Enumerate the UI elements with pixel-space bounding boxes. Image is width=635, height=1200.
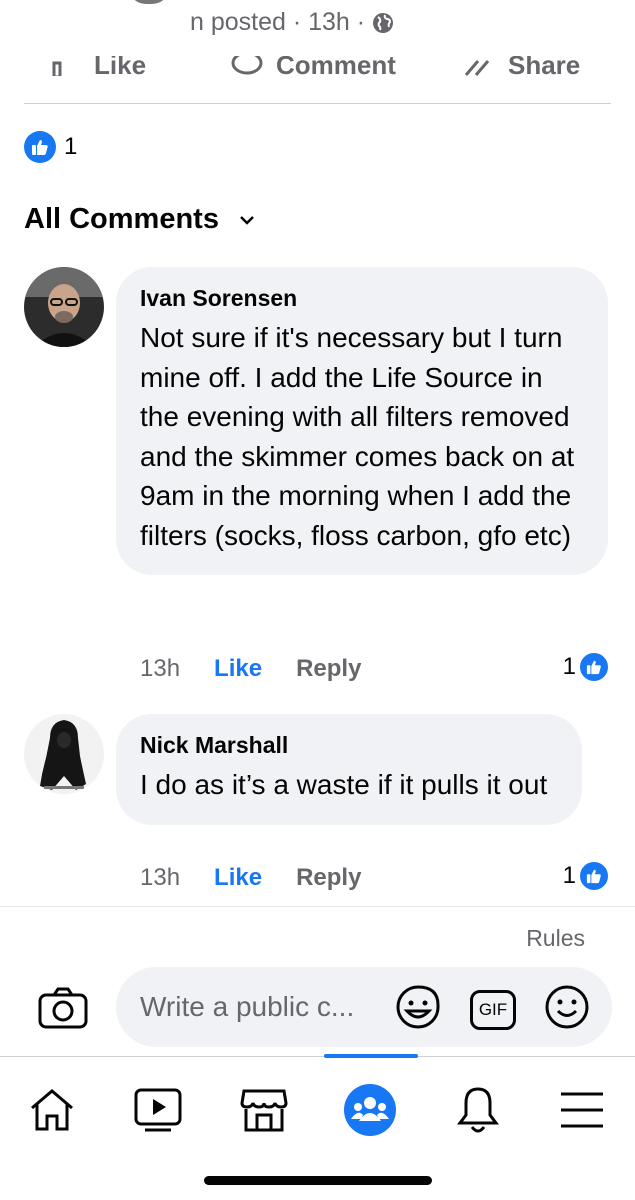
post-meta-line: n posted · 13h · bbox=[190, 8, 395, 37]
gif-label: GIF bbox=[478, 999, 508, 1019]
comment-time: 13h bbox=[140, 655, 181, 682]
comment-time: 13h bbox=[140, 864, 181, 891]
thumbs-up-icon bbox=[52, 61, 62, 76]
avatar[interactable] bbox=[24, 267, 104, 347]
posted-text: n posted · 13h · bbox=[190, 8, 366, 36]
like-action-button[interactable]: Like bbox=[52, 56, 146, 76]
comment-reply-button[interactable]: Reply bbox=[296, 864, 361, 892]
groups-icon[interactable] bbox=[340, 1083, 400, 1137]
reaction-count: 1 bbox=[64, 133, 78, 160]
comment-icon bbox=[231, 56, 263, 74]
like-reaction-icon bbox=[578, 651, 610, 683]
comment-reaction[interactable]: 1 bbox=[563, 651, 610, 683]
composer-icons: GIF bbox=[394, 983, 590, 1036]
comment-reaction[interactable]: 1 bbox=[563, 860, 610, 892]
sticker-icon[interactable] bbox=[394, 983, 442, 1036]
comment-composer: Rules Write a public c... GIF bbox=[0, 906, 635, 1056]
comment-like-button[interactable]: Like bbox=[214, 864, 262, 892]
avatar[interactable] bbox=[24, 714, 104, 794]
rules-link[interactable]: Rules bbox=[526, 925, 585, 952]
menu-icon[interactable] bbox=[552, 1083, 612, 1137]
comments-filter-label: All Comments bbox=[24, 203, 219, 235]
comment-reply-button[interactable]: Reply bbox=[296, 655, 361, 683]
comment-meta: 13h Like Reply bbox=[140, 864, 361, 892]
gif-icon[interactable]: GIF bbox=[470, 989, 516, 1030]
comment-input-placeholder: Write a public c... bbox=[140, 991, 355, 1022]
home-icon[interactable] bbox=[22, 1083, 82, 1137]
share-icon bbox=[464, 59, 490, 76]
notifications-icon[interactable] bbox=[448, 1083, 508, 1137]
divider bbox=[24, 103, 611, 104]
comment-bubble[interactable]: Ivan Sorensen Not sure if it's necessary… bbox=[116, 267, 608, 575]
comment-item: Ivan Sorensen Not sure if it's necessary… bbox=[24, 267, 624, 697]
comment-reaction-count: 1 bbox=[562, 653, 576, 680]
comment-text: I do as it’s a waste if it pulls it out bbox=[140, 769, 548, 800]
video-icon[interactable] bbox=[128, 1083, 188, 1137]
comment-reaction-count: 1 bbox=[562, 862, 576, 889]
comment-bubble[interactable]: Nick Marshall I do as it’s a waste if it… bbox=[116, 714, 582, 825]
post-action-bar: Like Comment Share bbox=[0, 56, 635, 76]
active-tab-indicator bbox=[324, 1054, 418, 1058]
comment-input[interactable]: Write a public c... GIF bbox=[116, 967, 612, 1047]
comment-item: Nick Marshall I do as it’s a waste if it… bbox=[24, 714, 624, 894]
reaction-summary[interactable]: 1 bbox=[24, 131, 77, 163]
globe-icon bbox=[373, 12, 394, 33]
comment-like-button[interactable]: Like bbox=[214, 655, 262, 683]
poster-avatar[interactable] bbox=[128, 0, 170, 4]
commenter-name[interactable]: Nick Marshall bbox=[140, 732, 558, 759]
like-action-label: Like bbox=[94, 56, 147, 76]
share-action-button[interactable]: Share bbox=[462, 56, 580, 76]
camera-icon[interactable] bbox=[38, 987, 88, 1034]
comment-action-button[interactable]: Comment bbox=[230, 56, 396, 76]
marketplace-icon[interactable] bbox=[234, 1083, 294, 1137]
comments-filter-dropdown[interactable]: All Comments bbox=[24, 203, 255, 236]
like-reaction-icon bbox=[24, 131, 56, 163]
commenter-name[interactable]: Ivan Sorensen bbox=[140, 285, 584, 312]
share-action-label: Share bbox=[508, 56, 581, 76]
comment-meta: 13h Like Reply bbox=[140, 655, 361, 683]
chevron-down-icon bbox=[240, 215, 254, 225]
home-indicator bbox=[204, 1176, 432, 1185]
comment-text: Not sure if it's necessary but I turn mi… bbox=[140, 322, 575, 551]
comment-action-label: Comment bbox=[276, 56, 396, 76]
emoji-icon[interactable] bbox=[544, 984, 590, 1035]
like-reaction-icon bbox=[578, 860, 610, 892]
bottom-tab-bar bbox=[0, 1054, 635, 1166]
